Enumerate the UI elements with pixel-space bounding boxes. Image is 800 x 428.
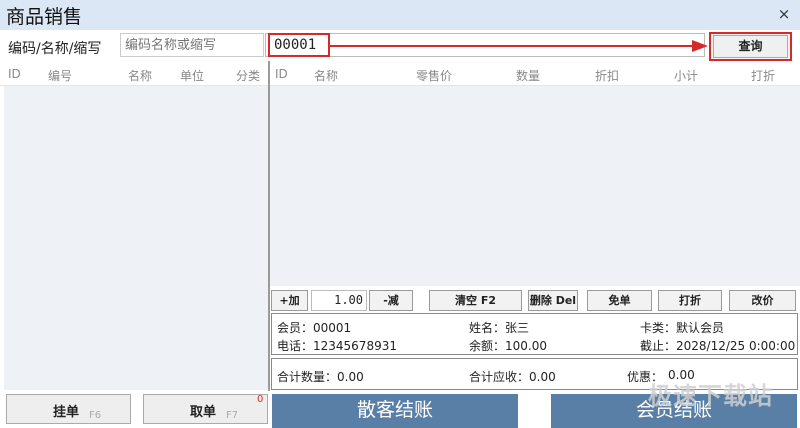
cart-col-id: ID [275, 67, 288, 81]
retrieve-order-label: 取单 [190, 405, 217, 420]
quantity-input[interactable]: 1.00 [311, 290, 367, 311]
member-balance: 余额：100.00 [469, 339, 547, 353]
close-icon[interactable]: × [776, 6, 792, 22]
member-phone: 电话：12345678931 [277, 339, 397, 353]
delete-button[interactable]: 删除 Del [528, 290, 578, 311]
query-button[interactable]: 查询 [713, 35, 788, 58]
code-value: 00001 [268, 33, 330, 57]
member-card-type: 卡类：默认会员 [640, 321, 725, 335]
watermark: 极速下载站 [648, 382, 773, 410]
cart-col-qty: 数量 [516, 69, 541, 83]
window-title: 商品销售 [6, 6, 83, 28]
discount-button[interactable]: 打折 [658, 290, 722, 311]
cart-col-apply-discount: 打折 [751, 69, 776, 83]
clear-button[interactable]: 清空 F2 [429, 290, 522, 311]
total-quantity: 合计数量：0.00 [277, 370, 364, 384]
retrieve-order-shortcut: F7 [226, 410, 239, 421]
member-name: 姓名：张三 [469, 321, 530, 335]
change-price-button[interactable]: 改价 [729, 290, 796, 311]
arrow-annotation [330, 40, 708, 52]
cart-col-subtotal: 小计 [674, 69, 699, 83]
member-id: 会员：00001 [277, 321, 352, 335]
hold-order-shortcut: F6 [89, 410, 102, 421]
product-col-unit: 单位 [180, 69, 205, 83]
product-list[interactable] [4, 86, 268, 390]
member-expiry: 截止：2028/12/25 0:00:00 [640, 339, 796, 353]
search-label: 编码/名称/缩写 [8, 41, 102, 57]
cart-col-discount: 折扣 [595, 69, 620, 83]
cart-list[interactable] [270, 86, 800, 286]
hold-order-label: 挂单 [53, 405, 80, 420]
walkin-checkout-button[interactable]: 散客结账 [272, 394, 518, 428]
title-bar [0, 0, 800, 30]
free-order-button[interactable]: 免单 [587, 290, 652, 311]
cart-col-price: 零售价 [416, 69, 453, 83]
subtract-button[interactable]: -减 [369, 290, 413, 311]
product-col-id: ID [8, 67, 21, 81]
product-col-name: 名称 [128, 69, 153, 83]
total-due: 合计应收：0.00 [469, 370, 556, 384]
held-order-count: 0 [257, 394, 264, 405]
product-col-category: 分类 [236, 69, 261, 83]
search-input[interactable] [120, 33, 264, 57]
cart-col-name: 名称 [314, 69, 339, 83]
product-col-code: 编号 [48, 69, 73, 83]
add-button[interactable]: +加 [271, 290, 308, 311]
